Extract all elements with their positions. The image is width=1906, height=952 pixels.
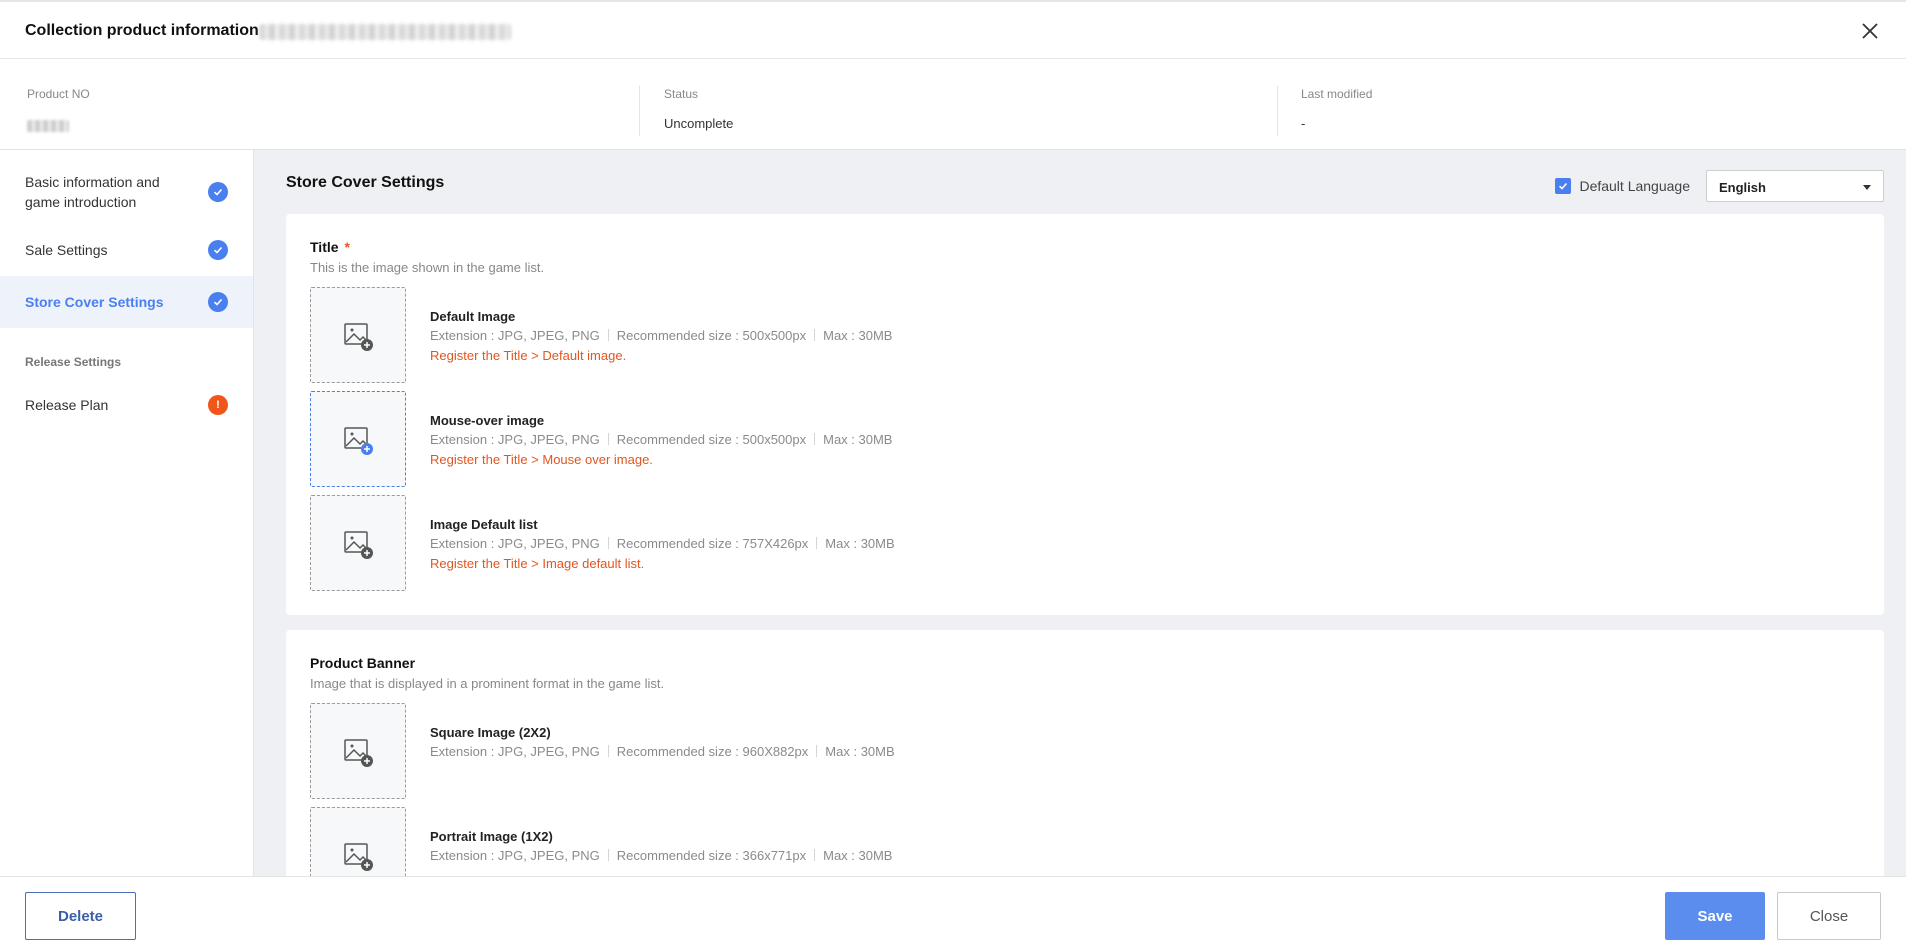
image-add-icon — [344, 739, 373, 767]
image-name: Square Image (2X2) — [430, 725, 551, 740]
check-circle-icon — [208, 240, 228, 260]
warning-icon: ! — [208, 395, 228, 415]
last-modified-label: Last modified — [1301, 87, 1373, 101]
image-row-default: Default Image Extension : JPG, JPEG, PNG… — [310, 287, 1210, 383]
modal-footer: Delete Save Close — [0, 876, 1906, 952]
redacted-product-no — [27, 120, 69, 132]
product-info-bar: Product NO Status Uncomplete Last modifi… — [0, 59, 1906, 150]
image-row-mouse-over: Mouse-over image Extension : JPG, JPEG, … — [310, 391, 1210, 487]
image-meta: Extension : JPG, JPEG, PNG Recommended si… — [430, 848, 892, 863]
close-icon[interactable] — [1858, 19, 1882, 43]
image-size: Recommended size : 366x771px — [616, 848, 807, 863]
product-no-label: Product NO — [27, 87, 90, 101]
page-title: Store Cover Settings — [286, 174, 445, 191]
redacted-product-name — [259, 24, 511, 40]
language-controls: Default Language English — [1555, 170, 1884, 202]
image-size: Recommended size : 500x500px — [616, 328, 807, 343]
sidebar-item-label: Basic information and game introduction — [25, 174, 160, 210]
save-button[interactable]: Save — [1665, 892, 1765, 940]
last-modified-value: - — [1301, 116, 1306, 131]
close-button[interactable]: Close — [1777, 892, 1881, 940]
image-name: Image Default list — [430, 517, 538, 532]
card-title-text: Title — [310, 239, 339, 255]
image-extension: Extension : JPG, JPEG, PNG — [430, 848, 600, 863]
sidebar-item-label: Sale Settings — [25, 242, 108, 258]
image-meta: Extension : JPG, JPEG, PNG Recommended si… — [430, 536, 895, 551]
image-extension: Extension : JPG, JPEG, PNG — [430, 536, 600, 551]
card-description: This is the image shown in the game list… — [310, 260, 545, 275]
language-select-value: English — [1719, 180, 1766, 195]
image-upload-button[interactable] — [310, 495, 406, 591]
validation-error: Register the Title > Image default list. — [430, 556, 645, 571]
card-description: Image that is displayed in a prominent f… — [310, 676, 665, 691]
sidebar-item-release-plan[interactable]: Release Plan ! — [0, 379, 253, 431]
image-row-default-list: Image Default list Extension : JPG, JPEG… — [310, 495, 1210, 591]
image-row-portrait: Portrait Image (1X2) Extension : JPG, JP… — [310, 807, 1210, 876]
image-max: Max : 30MB — [825, 744, 895, 759]
product-no-cell: Product NO — [27, 87, 90, 137]
check-circle-icon — [208, 182, 228, 202]
sidebar-item-store-cover-settings[interactable]: Store Cover Settings — [0, 276, 253, 328]
default-language-checkbox[interactable] — [1555, 178, 1572, 194]
default-language-label: Default Language — [1579, 178, 1690, 194]
sidebar: Basic information and game introduction … — [0, 150, 254, 876]
image-extension: Extension : JPG, JPEG, PNG — [430, 328, 600, 343]
image-meta: Extension : JPG, JPEG, PNG Recommended si… — [430, 328, 892, 343]
title-card: Title * This is the image shown in the ga… — [286, 214, 1884, 615]
image-max: Max : 30MB — [825, 536, 895, 551]
modal-header: Collection product information — [0, 0, 1906, 59]
image-name: Portrait Image (1X2) — [430, 829, 553, 844]
delete-button[interactable]: Delete — [25, 892, 136, 940]
divider — [1277, 86, 1278, 136]
last-modified-cell: Last modified - — [1301, 87, 1372, 137]
status-label: Status — [664, 87, 699, 101]
image-meta: Extension : JPG, JPEG, PNG Recommended si… — [430, 744, 895, 759]
image-add-icon — [344, 427, 373, 455]
image-size: Recommended size : 757X426px — [616, 536, 809, 551]
image-upload-button[interactable] — [310, 287, 406, 383]
sidebar-item-label: Store Cover Settings — [25, 294, 164, 310]
status-cell: Status Uncomplete — [664, 87, 733, 137]
card-title: Title * — [310, 239, 350, 255]
language-select[interactable]: English — [1706, 170, 1884, 202]
card-title: Product Banner — [310, 655, 416, 671]
image-row-square: Square Image (2X2) Extension : JPG, JPEG… — [310, 703, 1210, 799]
image-size: Recommended size : 500x500px — [616, 432, 807, 447]
image-add-icon — [344, 531, 373, 559]
image-extension: Extension : JPG, JPEG, PNG — [430, 432, 600, 447]
sidebar-item-basic-info[interactable]: Basic information and game introduction — [0, 160, 253, 224]
sidebar-item-label: Release Plan — [25, 397, 109, 413]
image-upload-button[interactable] — [310, 807, 406, 876]
validation-error: Register the Title > Mouse over image. — [430, 452, 653, 467]
image-size: Recommended size : 960X882px — [616, 744, 809, 759]
image-upload-button[interactable] — [310, 391, 406, 487]
sidebar-item-sale-settings[interactable]: Sale Settings — [0, 224, 253, 276]
image-upload-button[interactable] — [310, 703, 406, 799]
chevron-down-icon — [1863, 185, 1871, 190]
main-content: Store Cover Settings Default Language En… — [254, 150, 1906, 876]
sidebar-section-release-settings: Release Settings — [25, 355, 122, 369]
required-mark: * — [344, 239, 350, 255]
image-max: Max : 30MB — [823, 432, 893, 447]
image-name: Default Image — [430, 309, 516, 324]
modal-title: Collection product information — [25, 22, 259, 39]
check-circle-icon — [208, 292, 228, 312]
image-add-icon — [344, 843, 373, 871]
image-extension: Extension : JPG, JPEG, PNG — [430, 744, 600, 759]
validation-error: Register the Title > Default image. — [430, 348, 627, 363]
image-meta: Extension : JPG, JPEG, PNG Recommended si… — [430, 432, 892, 447]
image-name: Mouse-over image — [430, 413, 545, 428]
image-max: Max : 30MB — [823, 848, 893, 863]
image-add-icon — [344, 323, 373, 351]
status-value: Uncomplete — [664, 116, 734, 131]
product-banner-card: Product Banner Image that is displayed i… — [286, 630, 1884, 876]
image-max: Max : 30MB — [823, 328, 893, 343]
divider — [639, 86, 640, 136]
